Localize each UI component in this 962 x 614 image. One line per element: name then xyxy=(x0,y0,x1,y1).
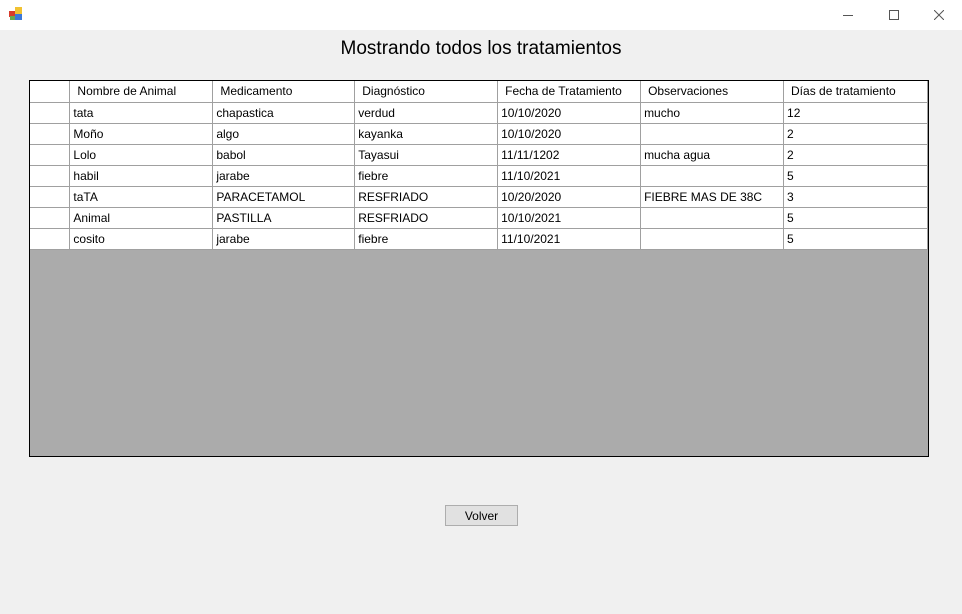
header-row: Nombre de Animal Medicamento Diagnóstico… xyxy=(30,81,928,103)
row-header[interactable] xyxy=(30,144,71,166)
minimize-button[interactable] xyxy=(825,0,871,30)
table-cell[interactable]: Moño xyxy=(69,123,214,145)
table-cell[interactable]: 12 xyxy=(783,102,928,124)
column-header[interactable]: Medicamento xyxy=(212,81,356,103)
maximize-icon xyxy=(889,10,899,20)
table-cell[interactable]: tata xyxy=(69,102,214,124)
table-row[interactable]: cosito jarabe fiebre 11/10/2021 5 xyxy=(30,228,928,250)
table-cell[interactable]: fiebre xyxy=(354,228,499,250)
table-cell[interactable]: fiebre xyxy=(354,165,499,187)
row-header[interactable] xyxy=(30,207,71,229)
column-header[interactable]: Nombre de Animal xyxy=(69,81,214,103)
table-row[interactable]: tata chapastica verdud 10/10/2020 mucho 12 xyxy=(30,102,928,124)
table-cell[interactable]: 10/10/2020 xyxy=(497,123,642,145)
table-row[interactable]: Animal PASTILLA RESFRIADO 10/10/2021 5 xyxy=(30,207,928,229)
table-cell[interactable]: Lolo xyxy=(69,144,214,166)
row-header[interactable] xyxy=(30,123,71,145)
table-cell[interactable]: PARACETAMOL xyxy=(212,186,356,208)
window: Mostrando todos los tratamientos Nombre … xyxy=(0,0,962,614)
treatments-table: Nombre de Animal Medicamento Diagnóstico… xyxy=(30,81,928,250)
row-header[interactable] xyxy=(30,165,71,187)
table-cell[interactable]: chapastica xyxy=(212,102,356,124)
volver-button[interactable]: Volver xyxy=(445,505,518,526)
table-cell[interactable]: habil xyxy=(69,165,214,187)
table-cell[interactable]: jarabe xyxy=(212,228,356,250)
row-header[interactable] xyxy=(30,102,71,124)
table-cell[interactable]: kayanka xyxy=(354,123,499,145)
column-header[interactable]: Días de tratamiento xyxy=(783,81,928,103)
table-cell[interactable]: 11/10/2021 xyxy=(497,165,642,187)
table-row[interactable]: Lolo babol Tayasui 11/11/1202 mucha agua 2 xyxy=(30,144,928,166)
table-cell[interactable] xyxy=(640,228,785,250)
title-bar xyxy=(0,0,962,30)
column-header[interactable]: Diagnóstico xyxy=(354,81,499,103)
table-cell[interactable]: 2 xyxy=(783,123,928,145)
table-cell[interactable]: 5 xyxy=(783,207,928,229)
table-cell[interactable]: algo xyxy=(212,123,356,145)
column-header[interactable]: Fecha de Tratamiento xyxy=(497,81,642,103)
table-cell[interactable]: cosito xyxy=(69,228,214,250)
table-cell[interactable]: verdud xyxy=(354,102,499,124)
table-cell[interactable] xyxy=(640,123,785,145)
table-cell[interactable]: jarabe xyxy=(212,165,356,187)
close-icon xyxy=(934,10,944,20)
table-cell[interactable]: taTA xyxy=(69,186,214,208)
maximize-button[interactable] xyxy=(871,0,917,30)
column-header[interactable]: Observaciones xyxy=(640,81,785,103)
table-cell[interactable]: Animal xyxy=(69,207,214,229)
table-row[interactable]: habil jarabe fiebre 11/10/2021 5 xyxy=(30,165,928,187)
table-cell[interactable] xyxy=(640,207,785,229)
table-row[interactable]: taTA PARACETAMOL RESFRIADO 10/20/2020 FIEBRE… xyxy=(30,186,928,208)
data-grid[interactable]: Nombre de Animal Medicamento Diagnóstico… xyxy=(29,80,929,457)
table-cell[interactable]: 5 xyxy=(783,228,928,250)
table-cell[interactable]: mucho xyxy=(640,102,785,124)
table-cell[interactable]: FIEBRE MAS DE 38C xyxy=(640,186,785,208)
table-cell[interactable]: 2 xyxy=(783,144,928,166)
row-header[interactable] xyxy=(30,228,71,250)
table-cell[interactable]: RESFRIADO xyxy=(354,186,499,208)
table-cell[interactable]: 10/10/2021 xyxy=(497,207,642,229)
table-cell[interactable]: PASTILLA xyxy=(212,207,356,229)
table-cell[interactable]: 11/11/1202 xyxy=(497,144,642,166)
table-cell[interactable]: 11/10/2021 xyxy=(497,228,642,250)
app-icon xyxy=(9,7,22,20)
minimize-icon xyxy=(843,15,853,16)
table-cell[interactable]: babol xyxy=(212,144,356,166)
row-header[interactable] xyxy=(30,186,71,208)
table-cell[interactable]: 5 xyxy=(783,165,928,187)
table-cell[interactable]: mucha agua xyxy=(640,144,785,166)
table-body: tata chapastica verdud 10/10/2020 mucho 12 Moñ… xyxy=(30,102,928,250)
table-cell[interactable]: Tayasui xyxy=(354,144,499,166)
close-button[interactable] xyxy=(916,0,962,30)
table-cell[interactable]: RESFRIADO xyxy=(354,207,499,229)
table-cell[interactable] xyxy=(640,165,785,187)
table-cell[interactable]: 10/10/2020 xyxy=(497,102,642,124)
table-cell[interactable]: 10/20/2020 xyxy=(497,186,642,208)
form-title: Mostrando todos los tratamientos xyxy=(340,38,622,59)
table-cell[interactable]: 3 xyxy=(783,186,928,208)
row-header-corner[interactable] xyxy=(30,81,71,103)
table-row[interactable]: Moño algo kayanka 10/10/2020 2 xyxy=(30,123,928,145)
